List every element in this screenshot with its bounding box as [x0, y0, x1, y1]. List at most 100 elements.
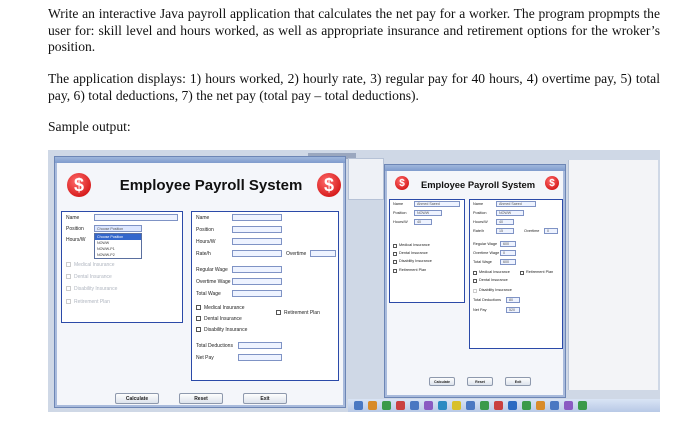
- app-icon[interactable]: [368, 401, 377, 410]
- paragraph-sample-output: Sample output:: [48, 119, 131, 134]
- exit-button[interactable]: Exit: [243, 393, 287, 404]
- position-select[interactable]: NOWW: [414, 210, 442, 216]
- rate-output: 15: [496, 228, 514, 234]
- disability-label: Disability Insurance: [479, 288, 512, 292]
- dental-label: Dental Insurance: [479, 278, 508, 282]
- rate-label: Rate/h: [196, 251, 211, 257]
- app-icon[interactable]: [410, 401, 419, 410]
- name-input[interactable]: Ahmed Saeed: [414, 201, 460, 207]
- overtime-wage-label: Overtime Wage: [196, 279, 231, 285]
- retirement-label: Retirement Plan: [399, 268, 427, 272]
- app-icon[interactable]: [466, 401, 475, 410]
- reset-button[interactable]: Reset: [179, 393, 223, 404]
- small-window-titlebar: [385, 165, 565, 171]
- app-icon[interactable]: [452, 401, 461, 410]
- overtime-wage-label: Overtime Wage: [473, 251, 500, 255]
- medical-checkbox[interactable]: [196, 305, 201, 310]
- retirement-label: Retirement Plan: [284, 310, 320, 316]
- calculate-button[interactable]: Calculate: [429, 377, 455, 386]
- net-pay-output: [238, 354, 282, 361]
- app-icon[interactable]: [480, 401, 489, 410]
- retirement-checkbox[interactable]: [393, 269, 397, 273]
- disability-checkbox[interactable]: [196, 327, 201, 332]
- name-label: Name: [473, 202, 484, 206]
- medical-checkbox[interactable]: [66, 262, 71, 267]
- retirement-checkbox[interactable]: [276, 310, 281, 315]
- dollar-icon: $: [395, 176, 409, 190]
- output-panel: Name Position Hours/W Rate/h Overtime Re…: [191, 211, 339, 381]
- total-wage-label: Total Wage: [196, 291, 221, 297]
- net-pay-output: 520: [506, 307, 520, 313]
- app-icon[interactable]: [550, 401, 559, 410]
- total-wage-output: [232, 290, 282, 297]
- position-label: Position: [196, 227, 214, 233]
- dental-label: Dental Insurance: [204, 316, 242, 322]
- name-label: Name: [66, 215, 80, 221]
- app-icon[interactable]: [522, 401, 531, 410]
- calculate-button[interactable]: Calculate: [115, 393, 159, 404]
- disability-checkbox[interactable]: [66, 286, 71, 291]
- app-icon[interactable]: [494, 401, 503, 410]
- name-input[interactable]: [94, 214, 178, 221]
- medical-checkbox[interactable]: [393, 244, 397, 248]
- input-panel: Name Position Choose Position Hours/W Ch…: [61, 211, 183, 323]
- retirement-checkbox[interactable]: [520, 271, 524, 275]
- reset-button[interactable]: Reset: [467, 377, 493, 386]
- app-icon[interactable]: [424, 401, 433, 410]
- rate-output: [232, 250, 282, 257]
- total-deductions-label: Total Deductions: [473, 298, 502, 302]
- app-title: Employee Payroll System: [420, 178, 536, 190]
- total-wage-output: 600: [500, 259, 516, 265]
- app-icon[interactable]: [536, 401, 545, 410]
- name-output: Ahmed Saeed: [496, 201, 536, 207]
- app-icon[interactable]: [382, 401, 391, 410]
- position-output: [232, 226, 282, 233]
- overtime-output: 0: [544, 228, 558, 234]
- taskbar: [348, 399, 660, 412]
- dental-checkbox[interactable]: [66, 274, 71, 279]
- app-icon[interactable]: [578, 401, 587, 410]
- input-panel: Name Ahmed Saeed Position NOWW Hours/W 4…: [389, 199, 465, 303]
- app-icon[interactable]: [354, 401, 363, 410]
- hours-output: [232, 238, 282, 245]
- dropdown-option[interactable]: NOWW-P2: [95, 252, 141, 258]
- regular-wage-label: Regular Wage: [473, 242, 498, 246]
- large-window: $ Employee Payroll System $ Name Positio…: [54, 156, 346, 408]
- overtime-wage-output: [232, 278, 282, 285]
- hours-label: Hours/W: [196, 239, 216, 245]
- retirement-checkbox[interactable]: [66, 299, 71, 304]
- hours-label: Hours/W: [473, 220, 488, 224]
- dental-checkbox[interactable]: [473, 279, 477, 283]
- medical-label: Medical Insurance: [399, 243, 430, 247]
- overtime-wage-output: 0: [500, 250, 516, 256]
- medical-label: Medical Insurance: [204, 305, 245, 311]
- app-icon[interactable]: [396, 401, 405, 410]
- dental-label: Dental Insurance: [399, 251, 428, 255]
- disability-checkbox[interactable]: [393, 260, 397, 264]
- paragraph-intro: Write an interactive Java payroll applic…: [48, 6, 660, 55]
- dollar-icon: $: [67, 173, 91, 197]
- regular-wage-output: [232, 266, 282, 273]
- disability-checkbox[interactable]: [473, 289, 477, 293]
- exit-button[interactable]: Exit: [505, 377, 531, 386]
- dollar-icon: $: [545, 176, 559, 190]
- background-window: [568, 160, 658, 390]
- dental-checkbox[interactable]: [393, 252, 397, 256]
- small-window: $ Employee Payroll System $ Name Ahmed S…: [384, 164, 566, 398]
- rate-label: Rate/h: [473, 229, 485, 233]
- retirement-label: Retirement Plan: [74, 299, 110, 305]
- medical-checkbox[interactable]: [473, 271, 477, 275]
- position-dropdown[interactable]: Choose Position NOWW NOWW-P1 NOWW-P2: [94, 233, 142, 259]
- app-icon[interactable]: [508, 401, 517, 410]
- total-deductions-output: 80: [506, 297, 520, 303]
- app-icon[interactable]: [438, 401, 447, 410]
- paragraph-displays: The application displays: 1) hours worke…: [48, 71, 660, 103]
- name-label: Name: [393, 202, 404, 206]
- position-select[interactable]: Choose Position: [94, 225, 142, 232]
- dental-checkbox[interactable]: [196, 316, 201, 321]
- position-output: NOWW: [496, 210, 524, 216]
- hours-input[interactable]: 40: [414, 219, 432, 225]
- app-icon[interactable]: [564, 401, 573, 410]
- total-wage-label: Total Wage: [473, 260, 492, 264]
- dental-label: Dental Insurance: [74, 274, 112, 280]
